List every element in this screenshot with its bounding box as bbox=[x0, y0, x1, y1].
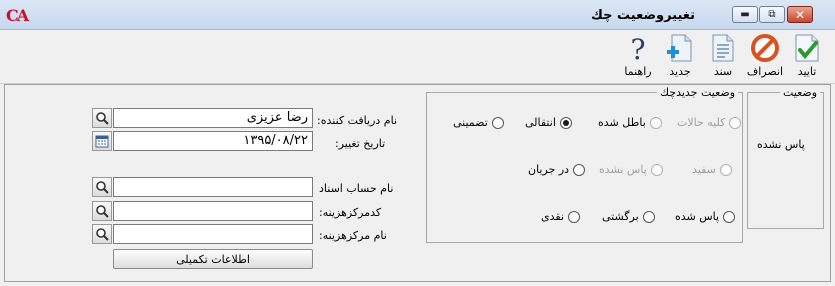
doc-account-search-button[interactable] bbox=[92, 177, 112, 197]
svg-text:?: ? bbox=[630, 33, 645, 64]
search-icon bbox=[96, 205, 109, 218]
change-date-field[interactable]: ۱۳۹۵/۰۸/۲۲ bbox=[113, 131, 313, 151]
new-button[interactable]: جدید bbox=[659, 32, 701, 82]
cancel-icon bbox=[750, 32, 780, 64]
cost-center-name-field[interactable] bbox=[113, 224, 313, 244]
radio-dot bbox=[559, 116, 572, 129]
calendar-icon bbox=[95, 135, 109, 148]
minimize-button[interactable]: ▬ bbox=[732, 6, 758, 23]
radio-all-states[interactable]: كلیه حالات bbox=[677, 116, 742, 129]
receiver-label: نام دریافت کننده: bbox=[317, 114, 398, 127]
question-mark-icon: ? bbox=[623, 32, 653, 64]
toolbar: تایید انصراف سند جدید ? راهنما bbox=[0, 30, 835, 84]
receiver-field[interactable]: رضا عزیزی bbox=[113, 108, 313, 128]
document-button[interactable]: سند bbox=[702, 32, 744, 82]
title-bar: CA ▬ ⧉ ✕ تغییروضعیت چك bbox=[0, 0, 835, 30]
radio-voided[interactable]: باطل شده bbox=[598, 116, 662, 129]
radio-dot bbox=[491, 116, 504, 129]
radio-not-cleared[interactable]: پاس نشده bbox=[599, 163, 663, 176]
help-label: راهنما bbox=[624, 65, 652, 78]
radio-in-progress[interactable]: در جریان bbox=[528, 163, 586, 176]
more-info-button[interactable]: اطلاعات تكمیلی bbox=[113, 249, 313, 269]
doc-account-field[interactable] bbox=[113, 177, 313, 197]
confirm-button[interactable]: تایید bbox=[786, 32, 828, 82]
radio-dot bbox=[723, 210, 736, 223]
radio-dot bbox=[719, 163, 732, 176]
date-picker-button[interactable] bbox=[92, 131, 112, 151]
radio-dot bbox=[729, 116, 742, 129]
main-panel: وضعیت پاس نشده وضعیت جدیدچك كلیه حالات ب… bbox=[4, 84, 831, 282]
window-title: تغییروضعیت چك bbox=[591, 8, 695, 23]
search-icon bbox=[96, 112, 109, 125]
radio-dot bbox=[642, 210, 655, 223]
radio-cash[interactable]: نقدی bbox=[541, 210, 581, 223]
radio-cleared[interactable]: پاس شده bbox=[675, 210, 736, 223]
cost-center-code-label: كدمركزهزینه: bbox=[319, 206, 382, 219]
radio-returned[interactable]: برگشتی bbox=[602, 210, 655, 223]
radio-blank[interactable]: سفید bbox=[692, 163, 732, 176]
cancel-label: انصراف bbox=[746, 65, 784, 78]
document-icon bbox=[708, 32, 738, 64]
cost-center-name-search-button[interactable] bbox=[92, 224, 112, 244]
current-status-value: پاس نشده bbox=[757, 138, 805, 151]
cost-center-code-search-button[interactable] bbox=[92, 201, 112, 221]
radio-dot bbox=[650, 163, 663, 176]
restore-button[interactable]: ⧉ bbox=[759, 6, 785, 23]
cost-center-name-label: نام مركزهزینه: bbox=[319, 229, 387, 242]
radio-guarantee[interactable]: تضمینی bbox=[453, 116, 504, 129]
search-icon bbox=[96, 181, 109, 194]
change-date-label: تاریخ تغییر: bbox=[335, 137, 386, 150]
help-button[interactable]: ? راهنما bbox=[617, 32, 659, 82]
close-button[interactable]: ✕ bbox=[787, 6, 813, 23]
search-icon bbox=[96, 228, 109, 241]
app-logo: CA bbox=[6, 6, 29, 25]
receiver-search-button[interactable] bbox=[92, 108, 112, 128]
current-status-group bbox=[747, 92, 824, 229]
cost-center-code-field[interactable] bbox=[113, 201, 313, 221]
current-status-legend: وضعیت bbox=[780, 86, 821, 99]
radio-dot bbox=[649, 116, 662, 129]
radio-dot bbox=[568, 210, 581, 223]
new-status-legend: وضعیت جدیدچك bbox=[657, 86, 739, 99]
document-label: سند bbox=[713, 65, 733, 78]
new-label: جدید bbox=[669, 65, 691, 78]
doc-account-label: نام حساب اسناد bbox=[319, 182, 394, 195]
radio-transferred[interactable]: انتقالی bbox=[525, 116, 572, 129]
cancel-button[interactable]: انصراف bbox=[744, 32, 786, 82]
radio-dot bbox=[573, 163, 586, 176]
check-icon bbox=[792, 32, 822, 64]
confirm-label: تایید bbox=[797, 65, 817, 78]
new-document-icon bbox=[665, 32, 695, 64]
